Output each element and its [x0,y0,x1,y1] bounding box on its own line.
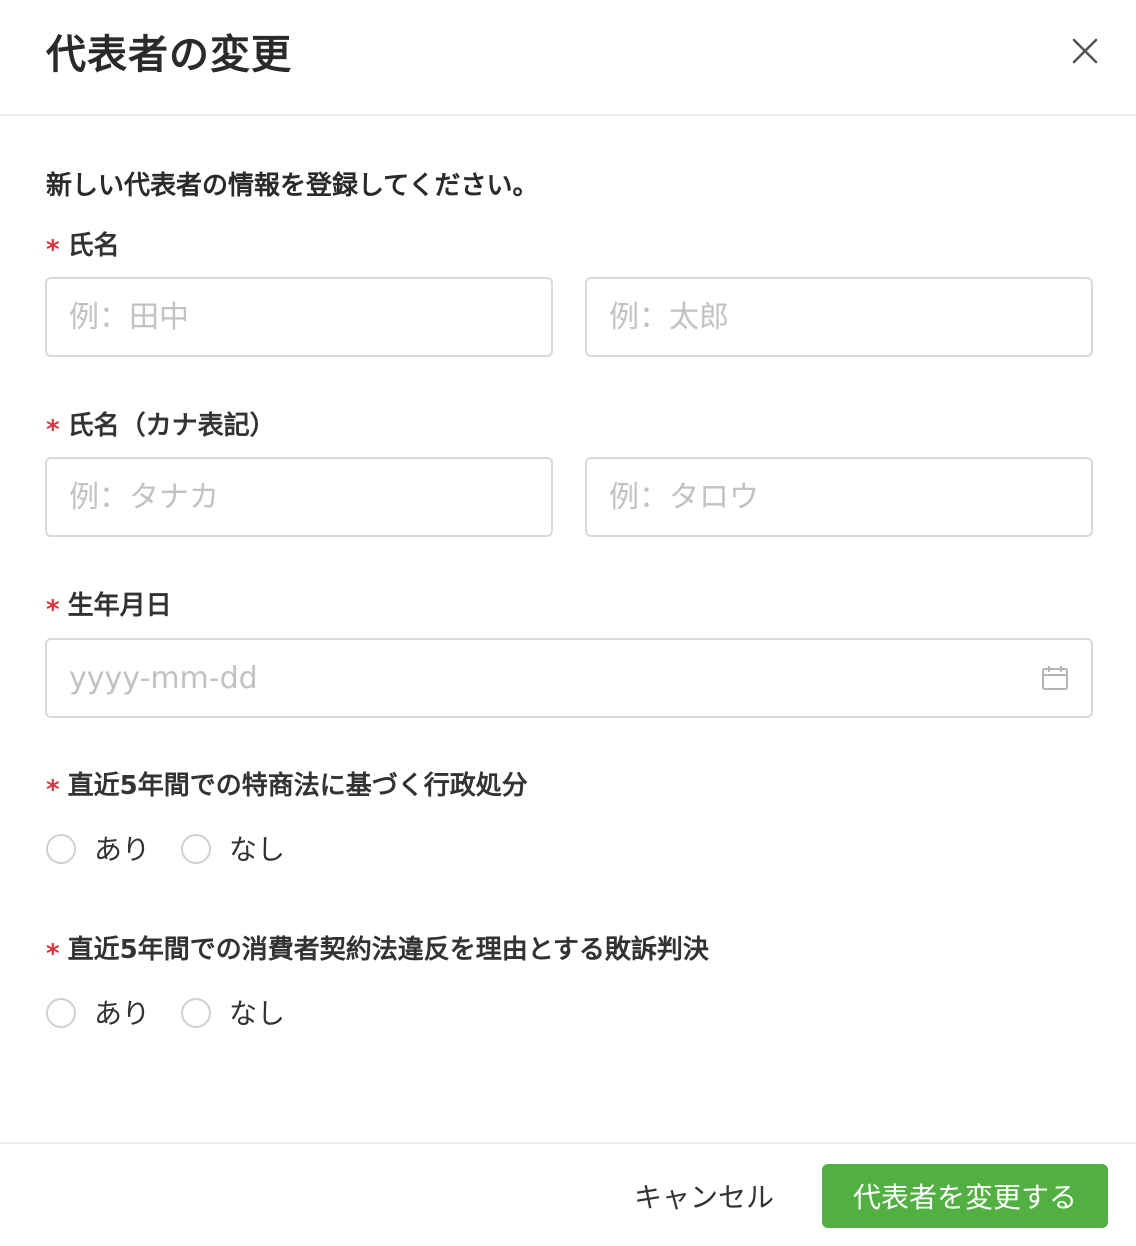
required-mark: * [46,235,60,265]
required-mark: * [46,415,60,445]
radio-option-label: なし [229,997,286,1030]
birthdate-label: * 生年月日 [46,588,172,625]
required-mark: * [46,939,60,969]
birthdate-input[interactable] [45,638,1093,718]
first-name-kana-input[interactable] [585,457,1093,537]
radio-circle[interactable] [181,998,211,1028]
required-mark: * [46,775,60,805]
lawsuit-judgment-label: * 直近5年間での消費者契約法違反を理由とする敗訴判決 [46,932,709,969]
name-label-text: 氏名 [67,231,120,261]
change-representative-button[interactable]: 代表者を変更する [822,1164,1108,1228]
administrative-disposition-label: * 直近5年間での特商法に基づく行政処分 [46,768,528,805]
modal-header: 代表者の変更 [0,0,1136,116]
cancel-button[interactable]: キャンセル [612,1164,796,1228]
radio-circle[interactable] [181,834,211,864]
close-icon [1072,38,1098,64]
required-mark: * [46,595,60,625]
birthdate-label-text: 生年月日 [67,591,172,621]
name-label: * 氏名 [46,228,120,265]
radio-option-label: なし [229,833,286,866]
first-name-input[interactable] [585,277,1093,357]
last-name-input[interactable] [45,277,553,357]
radio-circle[interactable] [46,998,76,1028]
radio-option-label: あり [94,833,151,866]
radio-circle[interactable] [46,834,76,864]
radio-option-label: あり [94,997,151,1030]
close-button[interactable] [1066,32,1104,70]
kana-label-text: 氏名（カナ表記） [67,411,276,441]
form-lead-text: 新しい代表者の情報を登録してください。 [46,171,539,201]
administrative-disposition-label-text: 直近5年間での特商法に基づく行政処分 [67,771,528,801]
change-representative-modal: 代表者の変更 新しい代表者の情報を登録してください。 *氏名 *氏名（カナ表記）… [0,0,1136,1246]
modal-title: 代表者の変更 [46,32,292,78]
lawsuit-judgment-label-text: 直近5年間での消費者契約法違反を理由とする敗訴判決 [67,935,709,965]
last-name-kana-input[interactable] [45,457,553,537]
kana-label: * 氏名（カナ表記） [46,408,276,445]
modal-footer: キャンセル 代表者を変更する [0,1142,1136,1246]
